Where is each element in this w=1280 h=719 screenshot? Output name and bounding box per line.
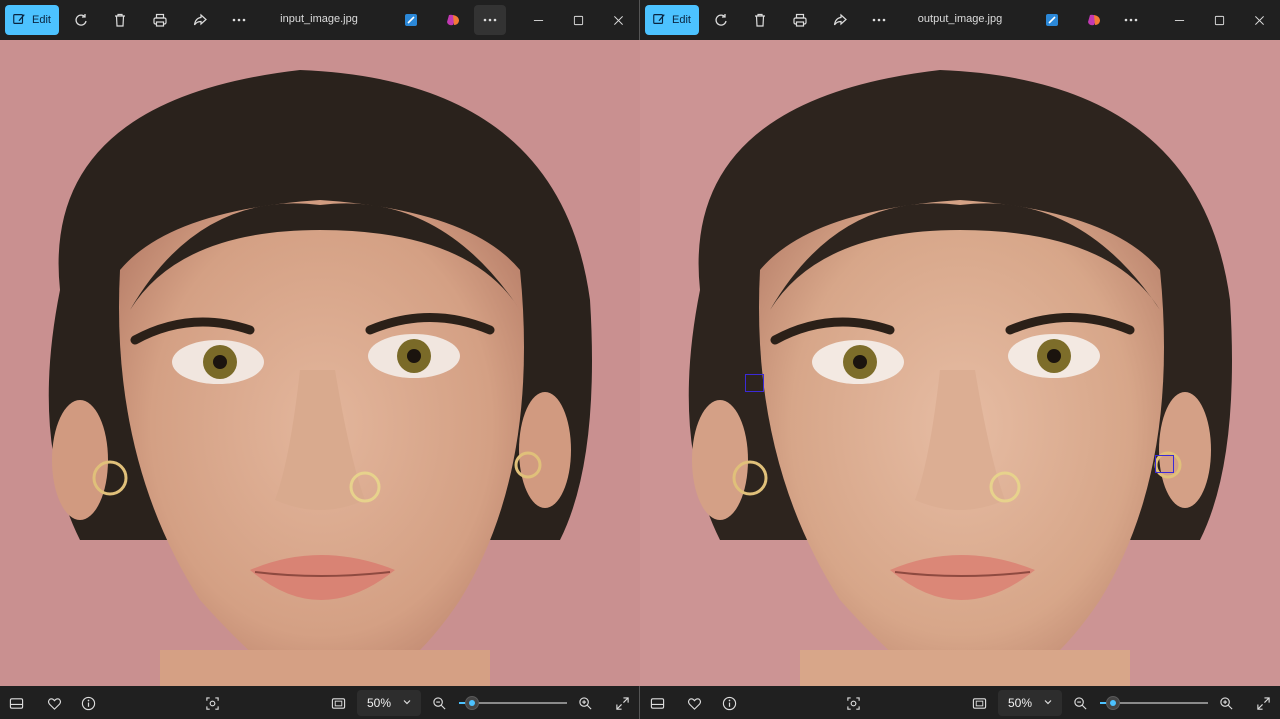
rotate-icon[interactable]: [69, 8, 93, 32]
more-options-icon[interactable]: [474, 5, 506, 35]
file-name: output_image.jpg: [917, 13, 1003, 25]
share-icon[interactable]: [828, 8, 852, 32]
zoom-out-icon[interactable]: [1071, 694, 1089, 712]
zoom-dropdown[interactable]: 50%: [357, 690, 421, 716]
photo-canvas[interactable]: [0, 40, 640, 686]
more-options-icon[interactable]: [1119, 8, 1143, 32]
delete-icon[interactable]: [748, 8, 772, 32]
zoom-out-icon[interactable]: [430, 694, 448, 712]
edit-icon: [652, 12, 666, 29]
portrait-image: [0, 40, 640, 686]
edit-label: Edit: [672, 14, 691, 26]
edit-button[interactable]: Edit: [645, 5, 699, 35]
copilot-icon[interactable]: [441, 8, 465, 32]
bottom-bar: 50%: [640, 686, 1280, 719]
fullscreen-icon[interactable]: [613, 694, 631, 712]
zoom-slider[interactable]: [459, 696, 567, 710]
zoom-dropdown[interactable]: 50%: [998, 690, 1062, 716]
chevron-down-icon: [1044, 700, 1052, 705]
filmstrip-icon[interactable]: [648, 694, 666, 712]
zoom-value: 50%: [1008, 696, 1033, 710]
photos-app-split: Edit input_image.jpg 50% Edit output_ima…: [0, 0, 1280, 719]
zoom-value: 50%: [367, 696, 392, 710]
print-icon[interactable]: [148, 8, 172, 32]
fit-icon[interactable]: [970, 694, 988, 712]
viewer-pane-input: Edit input_image.jpg 50%: [0, 0, 640, 719]
rotate-icon[interactable]: [709, 8, 733, 32]
zoom-slider-knob[interactable]: [1106, 696, 1120, 710]
print-icon[interactable]: [788, 8, 812, 32]
marker-left-ear: [745, 374, 764, 392]
title-bar: Edit output_image.jpg: [640, 0, 1280, 40]
marker-right-jaw: [1155, 455, 1174, 473]
close-icon[interactable]: [606, 8, 630, 32]
bottom-bar: 50%: [0, 686, 639, 719]
visual-search-icon[interactable]: [203, 694, 221, 712]
edit-label: Edit: [32, 14, 51, 26]
copilot-icon[interactable]: [1082, 8, 1106, 32]
zoom-slider-knob[interactable]: [465, 696, 479, 710]
paint-icon[interactable]: [1040, 8, 1064, 32]
delete-icon[interactable]: [108, 8, 132, 32]
favorite-icon[interactable]: [685, 694, 703, 712]
info-icon[interactable]: [79, 694, 97, 712]
zoom-in-icon[interactable]: [576, 694, 594, 712]
visual-search-icon[interactable]: [844, 694, 862, 712]
filmstrip-icon[interactable]: [7, 694, 25, 712]
edit-icon: [12, 12, 26, 29]
zoom-slider[interactable]: [1100, 696, 1208, 710]
zoom-in-icon[interactable]: [1217, 694, 1235, 712]
minimize-icon[interactable]: [526, 8, 550, 32]
paint-icon[interactable]: [399, 8, 423, 32]
close-icon[interactable]: [1247, 8, 1271, 32]
fit-icon[interactable]: [329, 694, 347, 712]
edit-button[interactable]: Edit: [5, 5, 59, 35]
portrait-image: [640, 40, 1280, 686]
file-name: input_image.jpg: [280, 13, 358, 25]
share-icon[interactable]: [188, 8, 212, 32]
favorite-icon[interactable]: [45, 694, 63, 712]
fullscreen-icon[interactable]: [1254, 694, 1272, 712]
minimize-icon[interactable]: [1167, 8, 1191, 32]
photo-canvas[interactable]: [640, 40, 1280, 686]
maximize-icon[interactable]: [1207, 8, 1231, 32]
title-bar: Edit input_image.jpg: [0, 0, 639, 40]
viewer-pane-output: Edit output_image.jpg 50%: [640, 0, 1280, 719]
chevron-down-icon: [403, 700, 411, 705]
info-icon[interactable]: [720, 694, 738, 712]
maximize-icon[interactable]: [566, 8, 590, 32]
